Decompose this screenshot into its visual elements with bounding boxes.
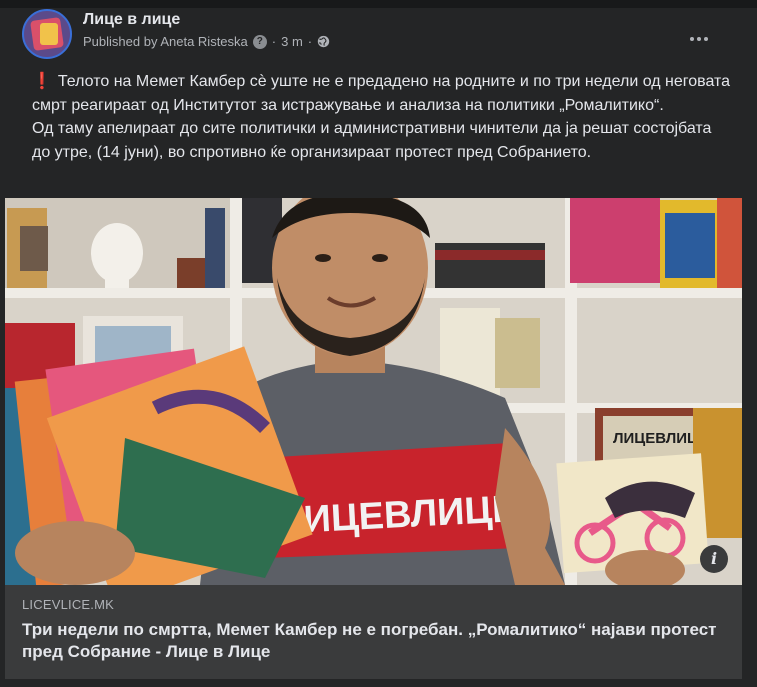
- globe-icon: [317, 35, 330, 48]
- more-options-button[interactable]: [681, 21, 717, 57]
- post-text-1: Телото на Мемет Камбер сѐ уште не е пред…: [32, 73, 731, 114]
- post-card: Лице в лице Published by Aneta Risteska …: [0, 0, 757, 687]
- exclamation-icon: ❗: [32, 73, 52, 90]
- meta-separator-2: ·: [307, 34, 313, 49]
- post-timestamp[interactable]: 3 m: [281, 34, 303, 49]
- post-paragraph-2: Од таму апелираат до сите политички и ад…: [32, 120, 712, 161]
- post-body: ❗ Телото на Мемет Камбер сѐ уште не е пре…: [32, 70, 732, 164]
- link-preview[interactable]: LICEVLICE.MK Три недели по смртта, Мемет…: [5, 585, 742, 679]
- dot-icon: [690, 37, 694, 41]
- page-avatar[interactable]: [22, 9, 72, 59]
- link-title[interactable]: Три недели по смртта, Мемет Камбер не е …: [22, 619, 722, 663]
- dot-icon: [697, 37, 701, 41]
- post-image[interactable]: ЛИЦЕВЛИЦЕ ЛИЦЕВЛИЦЕ i: [5, 198, 742, 585]
- post-paragraph-1: ❗ Телото на Мемет Камбер сѐ уште не е пре…: [32, 70, 732, 117]
- meta-separator: ·: [271, 34, 277, 49]
- page-name-link[interactable]: Лице в лице: [83, 11, 180, 29]
- avatar-art-inner: [40, 23, 58, 45]
- info-button[interactable]: i: [700, 545, 728, 573]
- post-header: Лице в лице Published by Aneta Risteska …: [22, 9, 737, 59]
- post-meta: Published by Aneta Risteska ? · 3 m ·: [83, 34, 330, 49]
- link-domain: LICEVLICE.MK: [22, 597, 114, 612]
- photo-illustration: ЛИЦЕВЛИЦЕ ЛИЦЕВЛИЦЕ: [5, 198, 742, 585]
- published-by-text[interactable]: Published by Aneta Risteska: [83, 34, 248, 49]
- dot-icon: [704, 37, 708, 41]
- help-icon[interactable]: ?: [252, 34, 267, 49]
- feed-gap: [0, 0, 757, 8]
